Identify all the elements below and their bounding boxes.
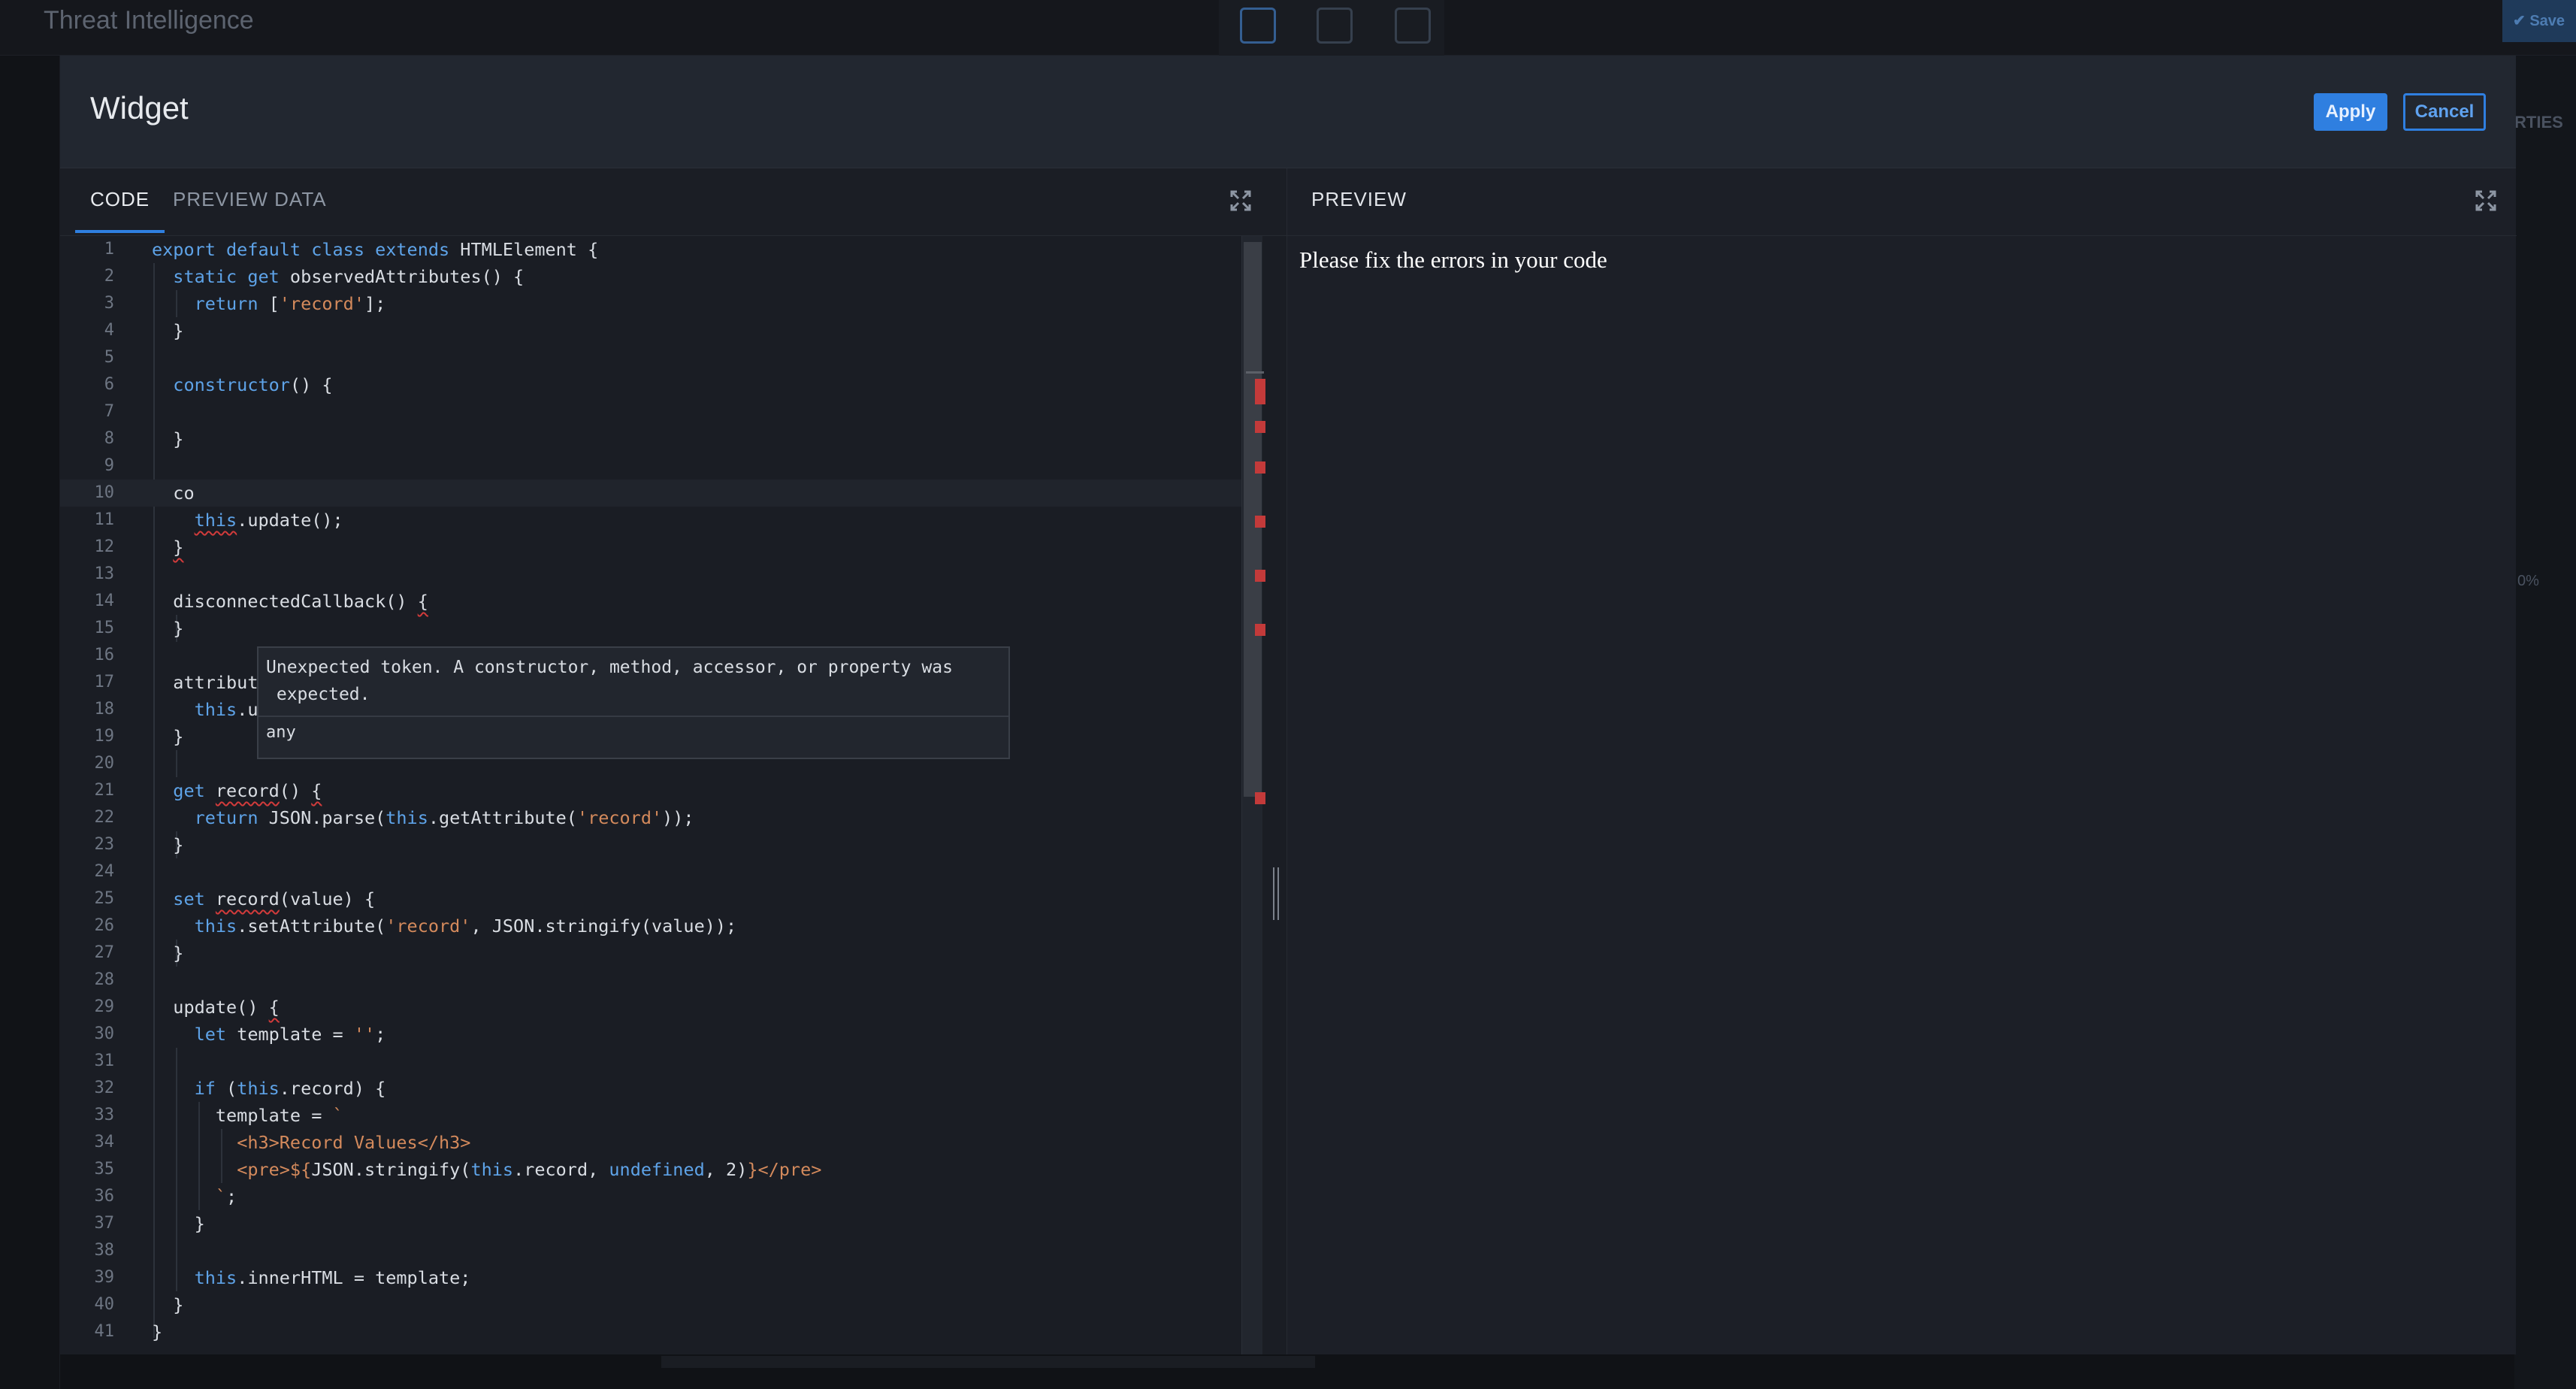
apply-button[interactable]: Apply — [2314, 93, 2387, 131]
code-tabs-bar: CODE PREVIEW DATA — [60, 168, 1286, 236]
code-line: 13 — [94, 564, 115, 583]
preview-pane: PREVIEW Please fix the errors in your co… — [1286, 168, 2517, 1354]
code-line: 24 — [94, 862, 115, 881]
background-save-button: ✔ Save — [2502, 0, 2576, 42]
preview-header: PREVIEW — [1287, 168, 2517, 236]
code-line-active: 10 co — [60, 480, 1241, 507]
background-left-sidebar — [0, 56, 60, 1389]
background-toolbar — [1219, 0, 1444, 56]
error-tooltip-type: any — [266, 723, 296, 742]
code-line: 4 } — [104, 320, 184, 341]
preview-error-message: Please fix the errors in your code — [1299, 247, 1607, 273]
code-line: 33 template = ` — [94, 1105, 343, 1126]
background-bottom-bar — [661, 1356, 1315, 1368]
code-pane: CODE PREVIEW DATA 1 export default class … — [60, 168, 1286, 1354]
code-line: 37 } — [94, 1213, 205, 1234]
code-line: 26 this.setAttribute('record', JSON.stri… — [94, 915, 737, 937]
background-image-icon — [1395, 8, 1431, 44]
error-marker[interactable] — [1255, 516, 1265, 528]
error-marker[interactable] — [1255, 421, 1265, 433]
background-app-title: Threat Intelligence — [44, 6, 254, 35]
widget-modal: Widget Apply Cancel CODE PREVIEW DATA 1e… — [60, 56, 2517, 1354]
background-widgets-icon — [1317, 8, 1353, 44]
code-line: 25 set record(value) { — [94, 888, 376, 909]
error-marker[interactable] — [1255, 461, 1265, 474]
code-line: 28 — [94, 970, 115, 989]
code-editor[interactable]: 1 export default class extends HTMLElemen… — [60, 236, 1286, 1354]
code-line: 7 — [104, 402, 114, 421]
expand-preview-icon[interactable] — [2475, 189, 2497, 212]
code-line: 41} — [94, 1321, 163, 1342]
background-topbar: Threat Intelligence ✔ Save — [0, 0, 2576, 56]
error-marker[interactable] — [1255, 792, 1265, 804]
error-marker[interactable] — [1255, 624, 1265, 636]
code-line: 23 } — [94, 834, 184, 855]
pane-resize-handle[interactable] — [1273, 867, 1279, 920]
code-line: 27 } — [94, 943, 184, 964]
code-line: 14 disconnectedCallback() { — [94, 591, 428, 612]
modal-header: Widget Apply Cancel — [60, 56, 2516, 168]
code-line: 3 return ['record']; — [104, 293, 386, 314]
error-marker[interactable] — [1255, 570, 1265, 582]
tab-preview-data[interactable]: PREVIEW DATA — [173, 188, 327, 211]
code-line: 2 static get observedAttributes() { — [104, 266, 525, 287]
preview-title: PREVIEW — [1311, 188, 1407, 210]
error-marker[interactable] — [1255, 379, 1265, 404]
tab-code[interactable]: CODE — [74, 188, 165, 233]
code-line: 15 } — [94, 618, 184, 639]
code-line: 36 `; — [94, 1186, 237, 1207]
cancel-button[interactable]: Cancel — [2403, 93, 2486, 131]
code-line: 8 } — [104, 428, 184, 449]
code-line: 12 } — [94, 537, 184, 558]
error-tooltip-message: Unexpected token. A constructor, method,… — [266, 658, 953, 704]
code-line: 1 export default class extends HTMLElemen… — [104, 239, 599, 260]
code-line: 40 } — [94, 1294, 184, 1315]
error-tooltip-divider — [259, 716, 1008, 717]
expand-code-icon[interactable] — [1229, 189, 1252, 212]
code-line: 9 — [104, 456, 114, 475]
code-line: 32 if (this.record) { — [94, 1078, 386, 1099]
code-line: 22 return JSON.parse(this.getAttribute('… — [94, 807, 694, 828]
code-line: 29 update() { — [94, 997, 280, 1018]
overview-ruler-line — [1246, 371, 1264, 374]
code-line: 34 <h3>Record Values</h3> — [94, 1132, 471, 1153]
code-line: 30 let template = ''; — [94, 1024, 386, 1045]
code-line: 35 <pre>${JSON.stringify(this.record, un… — [94, 1159, 822, 1180]
background-right-panel-percent: 0% — [2517, 573, 2539, 589]
background-design-icon — [1240, 8, 1276, 44]
error-tooltip: Unexpected token. A constructor, method,… — [257, 646, 1010, 759]
background-right-panel — [2514, 56, 2576, 1389]
code-line: 38 — [94, 1241, 115, 1260]
code-line: 39 this.innerHTML = template; — [94, 1267, 471, 1288]
background-right-panel-label: RTIES — [2514, 113, 2563, 132]
code-line: 6 constructor() { — [104, 374, 333, 395]
modal-title: Widget — [90, 90, 189, 126]
code-line: 21 get record() { — [94, 780, 322, 801]
code-line: 5 — [104, 348, 114, 367]
code-line: 11 this.update(); — [94, 510, 343, 531]
code-line: 31 — [94, 1052, 115, 1070]
